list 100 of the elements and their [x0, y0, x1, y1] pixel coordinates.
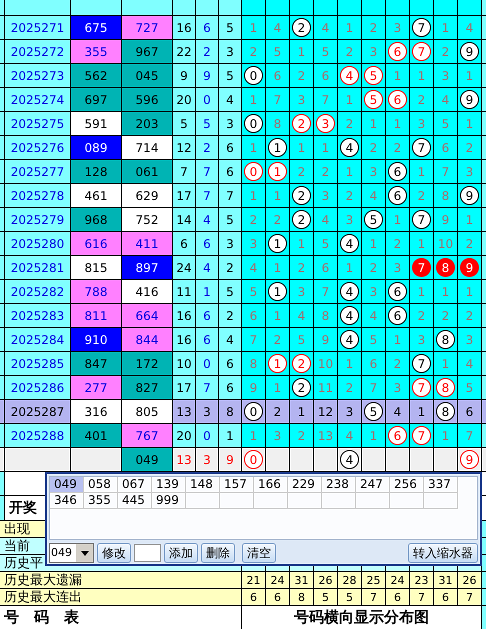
number-item[interactable]: 049 — [50, 477, 84, 493]
omission-count: 1 — [418, 236, 426, 250]
add-button[interactable]: 添加 — [164, 543, 198, 563]
span-cell: 5 — [196, 112, 219, 136]
number-item[interactable]: 157 — [220, 477, 254, 493]
omission-count: 2 — [346, 44, 354, 58]
span-cell: 3 — [196, 448, 219, 472]
stat-value: 21 — [246, 574, 260, 586]
transfer-button[interactable]: 转入缩水器 — [408, 543, 478, 563]
number-item[interactable]: 346 — [50, 493, 84, 509]
number-item[interactable]: 238 — [322, 477, 356, 493]
digit-ball: 5 — [364, 90, 383, 109]
number-cell: 844 — [122, 328, 173, 352]
span-cell: 0 — [196, 424, 219, 448]
number-dropdown[interactable]: 049 — [49, 543, 94, 563]
number-cell: 811 — [71, 304, 122, 328]
omission-count: 7 — [322, 92, 330, 106]
digit-ball: 2 — [292, 378, 311, 397]
number-item[interactable]: 337 — [424, 477, 458, 493]
omission-count: 1 — [466, 68, 474, 82]
omission-count: 2 — [466, 308, 474, 322]
omission-count: 2 — [250, 212, 258, 226]
omission-count: 2 — [346, 188, 354, 202]
omission-count: 9 — [322, 332, 330, 346]
tail-cell: 5 — [219, 16, 242, 40]
number-item[interactable]: 139 — [152, 477, 186, 493]
modify-button[interactable]: 修改 — [97, 543, 131, 563]
number-cell: 805 — [122, 400, 173, 424]
omission-count: 1 — [298, 140, 306, 154]
number-item[interactable]: 229 — [288, 477, 322, 493]
sum-cell: 14 — [173, 208, 196, 232]
sum-cell: 16 — [173, 328, 196, 352]
number-item[interactable]: 166 — [254, 477, 288, 493]
digit-ball: 2 — [292, 186, 311, 205]
omission-count: 1 — [250, 92, 258, 106]
sum-cell: 17 — [173, 376, 196, 400]
number-cell: 172 — [122, 352, 173, 376]
omission-count: 6 — [370, 356, 378, 370]
digit-ball: 7 — [412, 258, 431, 277]
omission-count: 2 — [298, 260, 306, 274]
number-item[interactable]: 256 — [390, 477, 424, 493]
span-cell: 4 — [196, 208, 219, 232]
number-item[interactable]: 355 — [84, 493, 118, 509]
omission-count: 6 — [466, 404, 474, 418]
span-cell: 6 — [196, 304, 219, 328]
omission-count: 3 — [418, 116, 426, 130]
omission-count: 1 — [442, 356, 450, 370]
omission-count: 1 — [250, 20, 258, 34]
omission-count: 6 — [274, 68, 282, 82]
tail-cell: 2 — [219, 256, 242, 280]
omission-count: 2 — [298, 68, 306, 82]
number-item[interactable]: 148 — [186, 477, 220, 493]
clear-button[interactable]: 清空 — [242, 543, 276, 563]
omission-count: 10 — [438, 236, 454, 250]
list-cell — [356, 493, 390, 509]
omission-count: 2 — [442, 308, 450, 322]
omission-count: 2 — [298, 428, 306, 442]
omission-count: 1 — [274, 260, 282, 274]
omission-count: 5 — [298, 332, 306, 346]
column-header: 开奖 — [8, 499, 37, 517]
digit-ball: 4 — [340, 282, 359, 301]
tail-cell: 5 — [219, 280, 242, 304]
sum-cell: 5 — [173, 112, 196, 136]
omission-count: 3 — [346, 404, 354, 418]
omission-count: 3 — [298, 284, 306, 298]
stat-value: 6 — [394, 590, 401, 604]
digit-ball: 6 — [388, 282, 407, 301]
issue-number: 2025275 — [5, 112, 71, 136]
omission-count: 2 — [370, 140, 378, 154]
omission-count: 5 — [442, 116, 450, 130]
issue-number: 2025279 — [5, 208, 71, 232]
delete-button[interactable]: 删除 — [201, 543, 235, 563]
issue-number: 2025273 — [5, 64, 71, 88]
omission-count: 7 — [370, 380, 378, 394]
omission-count: 2 — [442, 44, 450, 58]
omission-count: 8 — [274, 116, 282, 130]
issue-number: 2025274 — [5, 88, 71, 112]
omission-count: 1 — [466, 212, 474, 226]
number-input[interactable] — [134, 544, 161, 562]
number-item[interactable]: 445 — [118, 493, 152, 509]
digit-ball: 4 — [340, 66, 359, 85]
table-cell — [219, 0, 242, 16]
number-cell: 411 — [122, 232, 173, 256]
omission-count: 1 — [298, 44, 306, 58]
number-item[interactable]: 067 — [118, 477, 152, 493]
sum-cell: 13 — [173, 448, 196, 472]
number-item[interactable]: 247 — [356, 477, 390, 493]
sum-cell: 22 — [173, 40, 196, 64]
omission-count: 1 — [346, 20, 354, 34]
list-cell — [186, 493, 220, 509]
tail-cell: 6 — [219, 352, 242, 376]
stat-value: 23 — [414, 574, 428, 586]
digit-ball: 7 — [412, 426, 431, 445]
number-item[interactable]: 999 — [152, 493, 186, 509]
digit-ball: 9 — [460, 90, 479, 109]
omission-count: 3 — [370, 164, 378, 178]
tail-cell: 6 — [219, 160, 242, 184]
omission-count: 2 — [322, 164, 330, 178]
stat-value: 26 — [318, 574, 332, 586]
number-item[interactable]: 058 — [84, 477, 118, 493]
